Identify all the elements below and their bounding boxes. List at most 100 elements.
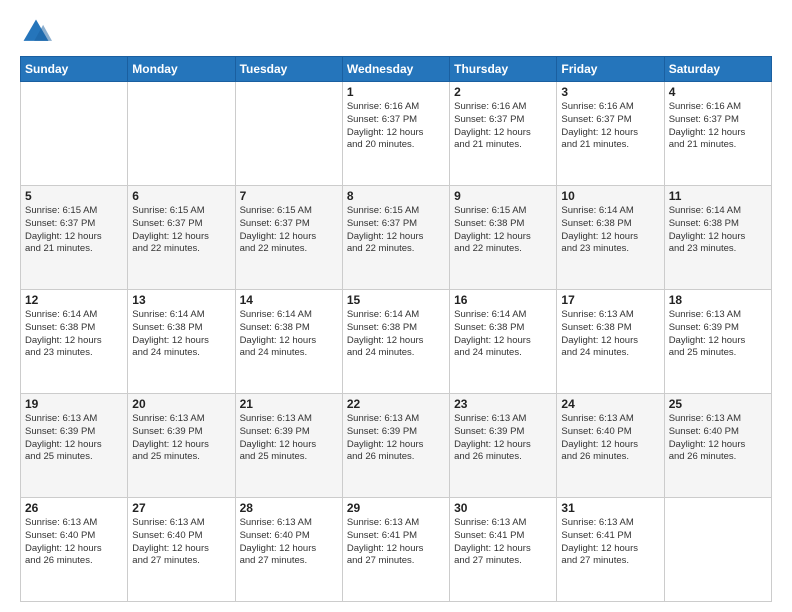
weekday-header-row: SundayMondayTuesdayWednesdayThursdayFrid… xyxy=(21,57,772,82)
weekday-header-wednesday: Wednesday xyxy=(342,57,449,82)
day-number: 24 xyxy=(561,397,659,411)
weekday-header-saturday: Saturday xyxy=(664,57,771,82)
day-info: Sunrise: 6:14 AM Sunset: 6:38 PM Dayligh… xyxy=(561,205,659,256)
day-cell-3: 3 Sunrise: 6:16 AM Sunset: 6:37 PM Daylig… xyxy=(557,82,664,186)
day-info: Sunrise: 6:15 AM Sunset: 6:37 PM Dayligh… xyxy=(132,205,230,256)
day-info: Sunrise: 6:15 AM Sunset: 6:37 PM Dayligh… xyxy=(25,205,123,256)
day-info: Sunrise: 6:13 AM Sunset: 6:40 PM Dayligh… xyxy=(669,413,767,464)
week-row-2: 12 Sunrise: 6:14 AM Sunset: 6:38 PM Dayli… xyxy=(21,290,772,394)
day-info: Sunrise: 6:15 AM Sunset: 6:37 PM Dayligh… xyxy=(240,205,338,256)
day-cell-26: 26Sunrise: 6:13 AM Sunset: 6:40 PM Dayli… xyxy=(21,498,128,602)
day-number: 25 xyxy=(669,397,767,411)
day-number: 23 xyxy=(454,397,552,411)
day-cell-8: 8 Sunrise: 6:15 AM Sunset: 6:37 PM Daylig… xyxy=(342,186,449,290)
day-info: Sunrise: 6:16 AM Sunset: 6:37 PM Dayligh… xyxy=(669,101,767,152)
day-cell-10: 10 Sunrise: 6:14 AM Sunset: 6:38 PM Dayli… xyxy=(557,186,664,290)
day-info: Sunrise: 6:13 AM Sunset: 6:41 PM Dayligh… xyxy=(454,517,552,568)
day-cell-12: 12 Sunrise: 6:14 AM Sunset: 6:38 PM Dayli… xyxy=(21,290,128,394)
day-cell-19: 19Sunrise: 6:13 AM Sunset: 6:39 PM Dayli… xyxy=(21,394,128,498)
day-number: 29 xyxy=(347,501,445,515)
week-row-3: 19Sunrise: 6:13 AM Sunset: 6:39 PM Dayli… xyxy=(21,394,772,498)
day-cell-29: 29 Sunrise: 6:13 AM Sunset: 6:41 PM Dayli… xyxy=(342,498,449,602)
day-number: 22 xyxy=(347,397,445,411)
day-number: 28 xyxy=(240,501,338,515)
day-info: Sunrise: 6:13 AM Sunset: 6:40 PM Dayligh… xyxy=(561,413,659,464)
day-cell-15: 15 Sunrise: 6:14 AM Sunset: 6:38 PM Dayli… xyxy=(342,290,449,394)
day-number: 20 xyxy=(132,397,230,411)
weekday-header-thursday: Thursday xyxy=(450,57,557,82)
day-number: 6 xyxy=(132,189,230,203)
calendar: SundayMondayTuesdayWednesdayThursdayFrid… xyxy=(20,56,772,602)
day-cell-21: 21 Sunrise: 6:13 AM Sunset: 6:39 PM Dayli… xyxy=(235,394,342,498)
weekday-header-tuesday: Tuesday xyxy=(235,57,342,82)
day-info: Sunrise: 6:13 AM Sunset: 6:41 PM Dayligh… xyxy=(561,517,659,568)
day-number: 10 xyxy=(561,189,659,203)
day-cell-7: 7 Sunrise: 6:15 AM Sunset: 6:37 PM Daylig… xyxy=(235,186,342,290)
day-info: Sunrise: 6:14 AM Sunset: 6:38 PM Dayligh… xyxy=(240,309,338,360)
day-cell-24: 24 Sunrise: 6:13 AM Sunset: 6:40 PM Dayli… xyxy=(557,394,664,498)
day-number: 2 xyxy=(454,85,552,99)
day-number: 17 xyxy=(561,293,659,307)
day-cell-22: 22 Sunrise: 6:13 AM Sunset: 6:39 PM Dayli… xyxy=(342,394,449,498)
day-info: Sunrise: 6:16 AM Sunset: 6:37 PM Dayligh… xyxy=(347,101,445,152)
day-info: Sunrise: 6:14 AM Sunset: 6:38 PM Dayligh… xyxy=(132,309,230,360)
day-cell-6: 6 Sunrise: 6:15 AM Sunset: 6:37 PM Daylig… xyxy=(128,186,235,290)
day-info: Sunrise: 6:14 AM Sunset: 6:38 PM Dayligh… xyxy=(454,309,552,360)
day-info: Sunrise: 6:13 AM Sunset: 6:41 PM Dayligh… xyxy=(347,517,445,568)
day-info: Sunrise: 6:14 AM Sunset: 6:38 PM Dayligh… xyxy=(669,205,767,256)
weekday-header-sunday: Sunday xyxy=(21,57,128,82)
logo-icon xyxy=(20,16,52,48)
day-number: 3 xyxy=(561,85,659,99)
day-cell-30: 30 Sunrise: 6:13 AM Sunset: 6:41 PM Dayli… xyxy=(450,498,557,602)
day-info: Sunrise: 6:14 AM Sunset: 6:38 PM Dayligh… xyxy=(347,309,445,360)
day-info: Sunrise: 6:16 AM Sunset: 6:37 PM Dayligh… xyxy=(561,101,659,152)
day-number: 31 xyxy=(561,501,659,515)
day-info: Sunrise: 6:13 AM Sunset: 6:39 PM Dayligh… xyxy=(132,413,230,464)
day-info: Sunrise: 6:13 AM Sunset: 6:39 PM Dayligh… xyxy=(669,309,767,360)
day-info: Sunrise: 6:13 AM Sunset: 6:40 PM Dayligh… xyxy=(132,517,230,568)
day-cell-18: 18 Sunrise: 6:13 AM Sunset: 6:39 PM Dayli… xyxy=(664,290,771,394)
day-cell-23: 23 Sunrise: 6:13 AM Sunset: 6:39 PM Dayli… xyxy=(450,394,557,498)
day-cell-5: 5 Sunrise: 6:15 AM Sunset: 6:37 PM Daylig… xyxy=(21,186,128,290)
day-number: 18 xyxy=(669,293,767,307)
day-cell-16: 16 Sunrise: 6:14 AM Sunset: 6:38 PM Dayli… xyxy=(450,290,557,394)
day-info: Sunrise: 6:13 AM Sunset: 6:39 PM Dayligh… xyxy=(25,413,123,464)
week-row-4: 26 Sunrise: 6:13 AM Sunset: 6:40 PM Dayli… xyxy=(21,498,772,602)
day-info: Sunrise: 6:16 AM Sunset: 6:37 PM Dayligh… xyxy=(454,101,552,152)
day-number: 9 xyxy=(454,189,552,203)
day-cell-11: 11Sunrise: 6:14 AM Sunset: 6:38 PM Dayli… xyxy=(664,186,771,290)
day-number: 16 xyxy=(454,293,552,307)
day-info: Sunrise: 6:13 AM Sunset: 6:39 PM Dayligh… xyxy=(240,413,338,464)
day-cell-17: 17 Sunrise: 6:13 AM Sunset: 6:38 PM Dayli… xyxy=(557,290,664,394)
week-row-0: 1 Sunrise: 6:16 AM Sunset: 6:37 PM Daylig… xyxy=(21,82,772,186)
day-info: Sunrise: 6:14 AM Sunset: 6:38 PM Dayligh… xyxy=(25,309,123,360)
day-number: 7 xyxy=(240,189,338,203)
weekday-header-monday: Monday xyxy=(128,57,235,82)
day-number: 4 xyxy=(669,85,767,99)
day-info: Sunrise: 6:13 AM Sunset: 6:39 PM Dayligh… xyxy=(347,413,445,464)
page: SundayMondayTuesdayWednesdayThursdayFrid… xyxy=(0,0,792,612)
day-cell-9: 9 Sunrise: 6:15 AM Sunset: 6:38 PM Daylig… xyxy=(450,186,557,290)
day-number: 21 xyxy=(240,397,338,411)
day-number: 27 xyxy=(132,501,230,515)
day-info: Sunrise: 6:15 AM Sunset: 6:37 PM Dayligh… xyxy=(347,205,445,256)
day-number: 30 xyxy=(454,501,552,515)
day-number: 26 xyxy=(25,501,123,515)
empty-cell xyxy=(128,82,235,186)
day-number: 13 xyxy=(132,293,230,307)
day-number: 1 xyxy=(347,85,445,99)
day-info: Sunrise: 6:13 AM Sunset: 6:39 PM Dayligh… xyxy=(454,413,552,464)
day-cell-27: 27 Sunrise: 6:13 AM Sunset: 6:40 PM Dayli… xyxy=(128,498,235,602)
day-number: 8 xyxy=(347,189,445,203)
day-cell-28: 28 Sunrise: 6:13 AM Sunset: 6:40 PM Dayli… xyxy=(235,498,342,602)
day-info: Sunrise: 6:15 AM Sunset: 6:38 PM Dayligh… xyxy=(454,205,552,256)
day-info: Sunrise: 6:13 AM Sunset: 6:38 PM Dayligh… xyxy=(561,309,659,360)
day-number: 12 xyxy=(25,293,123,307)
day-cell-25: 25 Sunrise: 6:13 AM Sunset: 6:40 PM Dayli… xyxy=(664,394,771,498)
day-number: 15 xyxy=(347,293,445,307)
day-cell-14: 14Sunrise: 6:14 AM Sunset: 6:38 PM Dayli… xyxy=(235,290,342,394)
empty-cell xyxy=(21,82,128,186)
day-number: 5 xyxy=(25,189,123,203)
day-info: Sunrise: 6:13 AM Sunset: 6:40 PM Dayligh… xyxy=(240,517,338,568)
week-row-1: 5 Sunrise: 6:15 AM Sunset: 6:37 PM Daylig… xyxy=(21,186,772,290)
